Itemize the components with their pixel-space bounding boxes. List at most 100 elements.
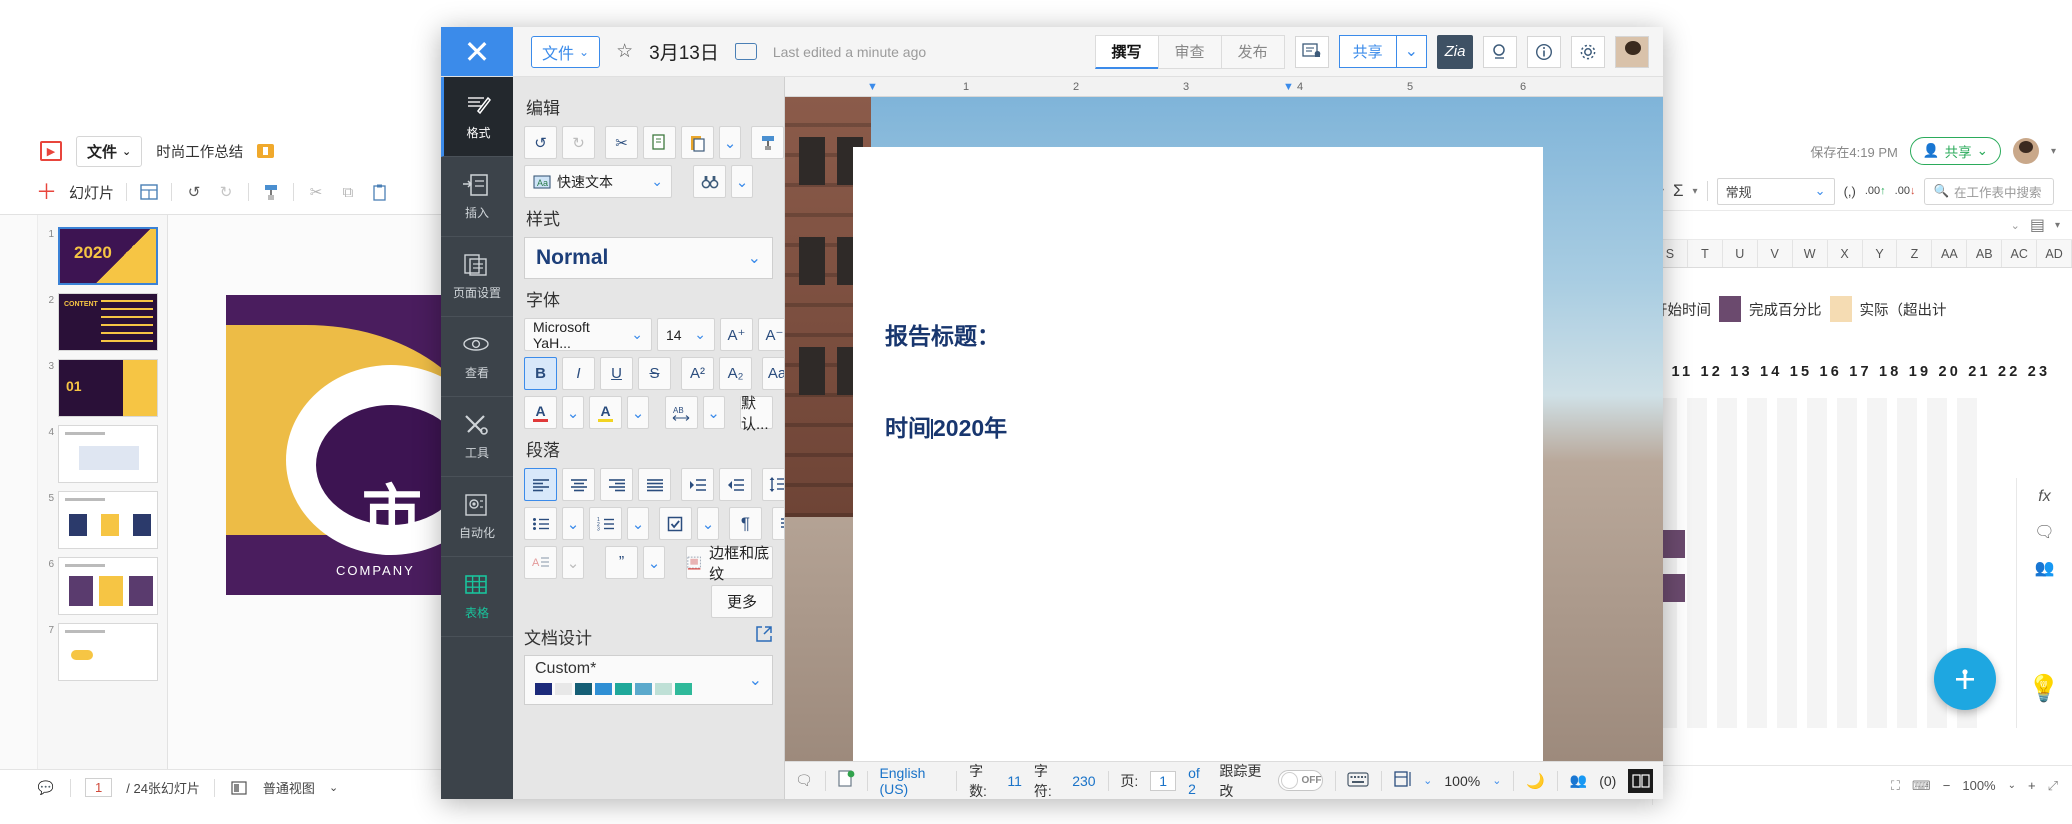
bullet-list-caret-icon[interactable]: ⌄ [562, 507, 584, 540]
character-spacing-caret-icon[interactable]: ⌄ [702, 396, 725, 429]
italic-button[interactable]: I [562, 357, 595, 390]
close-button[interactable]: ✕ [441, 27, 513, 76]
document-file-menu[interactable]: 文件 ⌄ [531, 35, 601, 68]
avatar[interactable] [1615, 35, 1649, 68]
add-slide-label[interactable]: 幻灯片 [69, 182, 114, 203]
format-painter-icon[interactable] [751, 126, 784, 159]
increase-font-size-icon[interactable]: A⁺ [720, 318, 753, 351]
document-canvas[interactable]: ▼ 1 2 3 ▼ 4 5 6 报告标题： 时间2020年 🗨 English … [785, 77, 1663, 799]
zoom-out-button[interactable]: − [1943, 778, 1951, 793]
list-item[interactable]: 5 [38, 487, 167, 553]
list-item[interactable]: 4 [38, 421, 167, 487]
superscript-button[interactable]: A² [681, 357, 714, 390]
increase-decimal-icon[interactable]: .00↑ [1865, 185, 1886, 197]
comment-icon[interactable]: 💬 [36, 778, 56, 798]
subbar-caret-icon[interactable]: ⌄ [2011, 219, 2020, 232]
sidebar-item-page-setup[interactable]: 页面设置 [441, 237, 513, 317]
character-spacing-icon[interactable]: AB [664, 396, 698, 429]
popout-icon[interactable] [755, 625, 773, 648]
font-color-icon[interactable]: A [524, 396, 557, 429]
page-number-input[interactable]: 1 [1150, 770, 1177, 791]
number-format-select[interactable]: 常规 ⌄ [1716, 177, 1835, 205]
column-header[interactable]: Z [1897, 240, 1933, 267]
numbered-list-caret-icon[interactable]: ⌄ [627, 507, 649, 540]
page-layout-caret-icon[interactable]: ⌄ [1423, 774, 1432, 787]
zoom-caret-icon[interactable]: ⌄ [1492, 774, 1501, 787]
review-notification-icon[interactable] [1294, 35, 1329, 68]
sheet-options-icon[interactable]: ▤ [2030, 215, 2045, 235]
drop-cap-caret-icon[interactable]: ⌄ [562, 546, 584, 579]
borders-shading-button[interactable]: 边框和底纹 [686, 545, 773, 583]
font-default-button[interactable]: 默认... [740, 395, 773, 433]
align-center-icon[interactable] [562, 468, 595, 501]
document-title[interactable]: 3月13日 [649, 38, 719, 65]
sheet-zoom-level[interactable]: 100% [1962, 778, 1995, 793]
checklist-caret-icon[interactable]: ⌄ [697, 507, 719, 540]
paragraph-more-button[interactable]: 更多 [711, 585, 773, 618]
undo-icon[interactable]: ↺ [524, 126, 557, 159]
text-highlight-icon[interactable]: A [589, 396, 622, 429]
quick-text-dropdown[interactable]: Aa 快速文本 ⌄ [524, 165, 672, 198]
find-binoculars-icon[interactable] [693, 165, 726, 198]
line-spacing-icon[interactable] [762, 468, 784, 501]
numbered-list-icon[interactable]: 123 [589, 507, 622, 540]
keyboard-icon[interactable] [1347, 771, 1369, 790]
column-header[interactable]: T [1688, 240, 1723, 267]
slide-thumbnail[interactable]: 01 [58, 359, 158, 417]
copy-icon[interactable] [643, 126, 676, 159]
fx-icon[interactable]: fx [2038, 488, 2050, 506]
chevron-down-icon[interactable]: ▾ [2055, 220, 2060, 231]
avatar-caret-icon[interactable]: ▾ [2051, 146, 2056, 157]
undo-icon[interactable]: ↺ [184, 182, 204, 202]
text-highlight-caret-icon[interactable]: ⌄ [627, 396, 649, 429]
increase-indent-icon[interactable] [681, 468, 714, 501]
document-check-icon[interactable] [838, 770, 855, 791]
view-icon[interactable] [229, 778, 249, 798]
share-button[interactable]: 👤 共享 ⌄ [1909, 137, 2001, 165]
slide-layout-icon[interactable] [139, 182, 159, 202]
slide-thumbnail[interactable] [58, 623, 158, 681]
add-chart-fab-button[interactable] [1934, 648, 1996, 710]
keyboard-icon[interactable]: ⌨ [1912, 778, 1931, 794]
pilcrow-icon[interactable]: ¶ [729, 507, 762, 540]
column-header[interactable]: W [1793, 240, 1828, 267]
cut-icon[interactable]: ✂ [605, 126, 638, 159]
column-header[interactable]: AC [2002, 240, 2038, 267]
current-slide[interactable]: 市 COMPANY [226, 295, 470, 595]
font-family-select[interactable]: Microsoft YaH... ⌄ [524, 318, 652, 351]
comment-icon[interactable]: 🗨 [2034, 522, 2054, 542]
list-item[interactable]: 2 CONTENT [38, 289, 167, 355]
collaborators-icon[interactable]: 👥 [1570, 772, 1587, 789]
zoom-level[interactable]: 100% [1444, 773, 1480, 789]
slide-thumbnail[interactable] [58, 425, 158, 483]
bold-button[interactable]: B [524, 357, 557, 390]
page-layout-icon[interactable] [1394, 771, 1411, 790]
fullscreen-icon[interactable]: ⛶ [1891, 778, 1900, 794]
lightbulb-icon[interactable]: 💡 [2028, 673, 2060, 704]
text-wrap-icon[interactable] [772, 507, 784, 540]
align-left-icon[interactable] [524, 468, 557, 501]
slide-page-input[interactable]: 1 [85, 778, 113, 797]
doc-search-icon[interactable] [1483, 35, 1517, 68]
column-header[interactable]: AB [1967, 240, 2003, 267]
find-options-caret-icon[interactable]: ⌄ [731, 165, 753, 198]
folder-icon[interactable] [734, 43, 757, 60]
sidebar-item-automation[interactable]: 自动化 [441, 477, 513, 557]
decrease-font-size-icon[interactable]: A⁻ [758, 318, 784, 351]
column-header[interactable]: U [1723, 240, 1758, 267]
add-slide-icon[interactable]: ＋ [36, 182, 57, 203]
document-page[interactable]: 报告标题： 时间2020年 [853, 147, 1543, 799]
dark-mode-moon-icon[interactable]: 🌙 [1526, 772, 1545, 790]
block-quote-icon[interactable]: ” [605, 546, 638, 579]
strikethrough-button[interactable]: S [638, 357, 671, 390]
paste-options-caret-icon[interactable]: ⌄ [719, 126, 741, 159]
redo-icon[interactable]: ↻ [562, 126, 595, 159]
slide-thumbnail[interactable]: CONTENT [58, 293, 158, 351]
sum-icon[interactable]: Σ [1673, 181, 1684, 201]
cut-icon[interactable]: ✂ [306, 182, 326, 202]
style-select[interactable]: Normal ⌄ [524, 237, 773, 279]
gear-icon[interactable] [1571, 35, 1605, 68]
spreadsheet-grid[interactable]: 开始时间 完成百分比 实际（超出计 0 11 12 13 14 15 16 17… [1653, 268, 2072, 788]
copy-icon[interactable]: ⧉ [338, 182, 358, 202]
tab-compose[interactable]: 撰写 [1094, 34, 1158, 69]
